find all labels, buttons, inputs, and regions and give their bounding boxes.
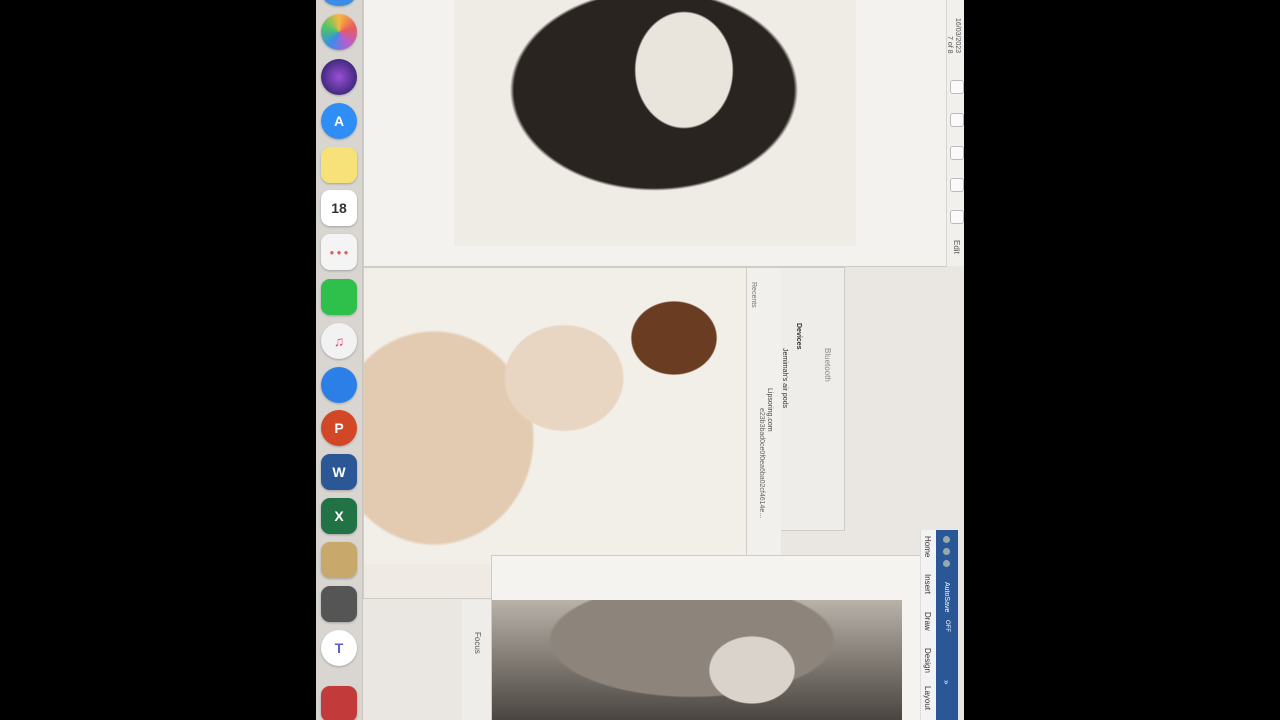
photo-booth-icon[interactable] [321,686,357,720]
autosave-toggle[interactable]: OFF [944,620,950,632]
calendar-date: 18 [331,200,347,216]
word-icon[interactable]: W [321,454,357,490]
page-count: 7 of 8 [946,36,953,54]
calendar-icon[interactable]: 18 [321,190,357,226]
itunes-icon[interactable]: ♫ [321,323,357,359]
portrait-photo-2 [364,268,746,564]
powerpoint-glyph: P [334,420,344,436]
favorite-button[interactable] [950,146,964,160]
bluetooth-title: Bluetooth [823,348,832,382]
markup-button[interactable] [950,210,964,224]
finder-sidebar: Recents Lipsoring.com e23b3bad0ce0f0ea6b… [746,268,781,598]
tab-insert[interactable]: Insert [923,574,932,594]
tab-design[interactable]: Design [923,648,932,673]
dock: A 18 ● ● ● ♫ P W X T [316,0,363,720]
teams-icon[interactable]: T [321,630,357,666]
zoom-icon[interactable] [943,560,950,567]
rotate-button[interactable] [950,178,964,192]
device-airpods[interactable]: Jemimah's air pods [781,348,788,408]
word-glyph: W [332,464,346,480]
tab-draw[interactable]: Draw [923,612,932,631]
powerpoint-icon[interactable]: P [321,410,357,446]
reminders-icon[interactable]: ● ● ● [321,234,357,270]
word-ribbon-tabs: Home Insert Draw Design Layout [920,530,937,720]
app-store-icon[interactable]: A [321,103,357,139]
screen: A 18 ● ● ● ♫ P W X T 16/03/2023 7 of 8 E… [316,0,964,720]
teams-glyph: T [334,640,344,656]
books-icon[interactable] [321,586,357,622]
focus-button[interactable]: Focus [473,632,482,654]
word-titlebar: AutoSave OFF » [936,530,958,720]
edit-button[interactable]: Edit [952,240,961,254]
excel-glyph: X [334,508,344,524]
preview-date: 16/03/2023 [954,18,961,54]
portrait-photo-3 [492,600,902,720]
preview-window [364,0,946,266]
minimize-icon[interactable] [943,548,950,555]
itunes-glyph: ♫ [333,333,345,349]
portrait-photo-1 [454,0,856,246]
tab-home[interactable]: Home [923,536,932,557]
share-button[interactable] [950,113,964,127]
focus-sidebar: Focus [462,600,493,720]
tab-layout[interactable]: Layout [923,686,932,710]
finder-icon[interactable] [323,0,355,6]
messenger-icon[interactable] [321,367,357,403]
devices-heading: Devices [795,323,802,350]
chevron-icon[interactable]: » [942,680,951,684]
excel-icon[interactable]: X [321,498,357,534]
info-button[interactable] [950,80,964,94]
image-window-3 [492,556,920,720]
autosave-label: AutoSave [943,582,950,613]
photos-icon[interactable] [321,14,357,50]
file-label[interactable]: e23b3bad0ce0f0ea6ba02cf4614e... [758,408,765,518]
image-window-2 [364,268,746,598]
sidebar-item-site[interactable]: Lipsoring.com [766,388,773,432]
facetime-icon[interactable] [321,279,357,315]
archive-icon[interactable] [321,542,357,578]
sidebar-item-recents[interactable]: Recents [750,282,757,308]
app-store-glyph: A [333,113,345,129]
siri-icon[interactable] [321,59,357,95]
reminders-dots-icon: ● ● ● [329,247,349,257]
close-icon[interactable] [943,536,950,543]
notes-icon[interactable] [321,147,357,183]
preview-toolbar: 16/03/2023 7 of 8 Edit [946,0,964,266]
